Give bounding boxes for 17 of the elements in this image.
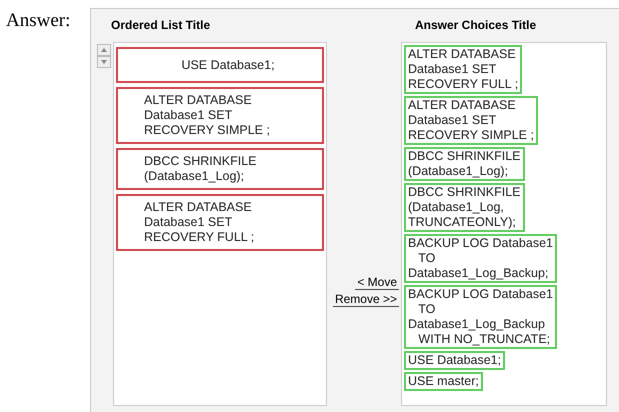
answer-choice[interactable]: BACKUP LOG Database1 TO Database1_Log_Backup;	[404, 234, 557, 283]
ordered-item[interactable]: USE Database1;	[116, 47, 324, 83]
move-button[interactable]: < Move	[355, 274, 399, 290]
ordered-list-title: Ordered List Title	[110, 17, 212, 34]
answer-choices-title: Answer Choices Title	[414, 17, 538, 34]
answer-choice[interactable]: USE Database1;	[404, 351, 506, 370]
answer-choice[interactable]: ALTER DATABASE Database1 SET RECOVERY FULL ;	[404, 45, 522, 94]
move-button[interactable]: Remove >>	[332, 292, 399, 306]
ordered-item[interactable]: ALTER DATABASE Database1 SET RECOVERY FULL ;	[116, 194, 324, 251]
ordered-item[interactable]: ALTER DATABASE Database1 SET RECOVERY SIMPLE ;	[116, 87, 324, 144]
answer-choice[interactable]: ALTER DATABASE Database1 SET RECOVERY SIMPLE ;	[404, 96, 538, 145]
answer-label: Answer:	[5, 9, 72, 33]
answer-choice[interactable]: DBCC SHRINKFILE (Database1_Log, TRUNCATEONLY);	[404, 183, 525, 232]
answer-choice[interactable]: BACKUP LOG Database1 TO Database1_Log_Backup WITH NO_TRUNCATE;	[404, 285, 557, 349]
ordered-item[interactable]: DBCC SHRINKFILE (Database1_Log);	[116, 148, 324, 190]
answer-choice[interactable]: USE master;	[404, 372, 483, 391]
answer-choice[interactable]: DBCC SHRINKFILE (Database1_Log);	[404, 147, 525, 181]
